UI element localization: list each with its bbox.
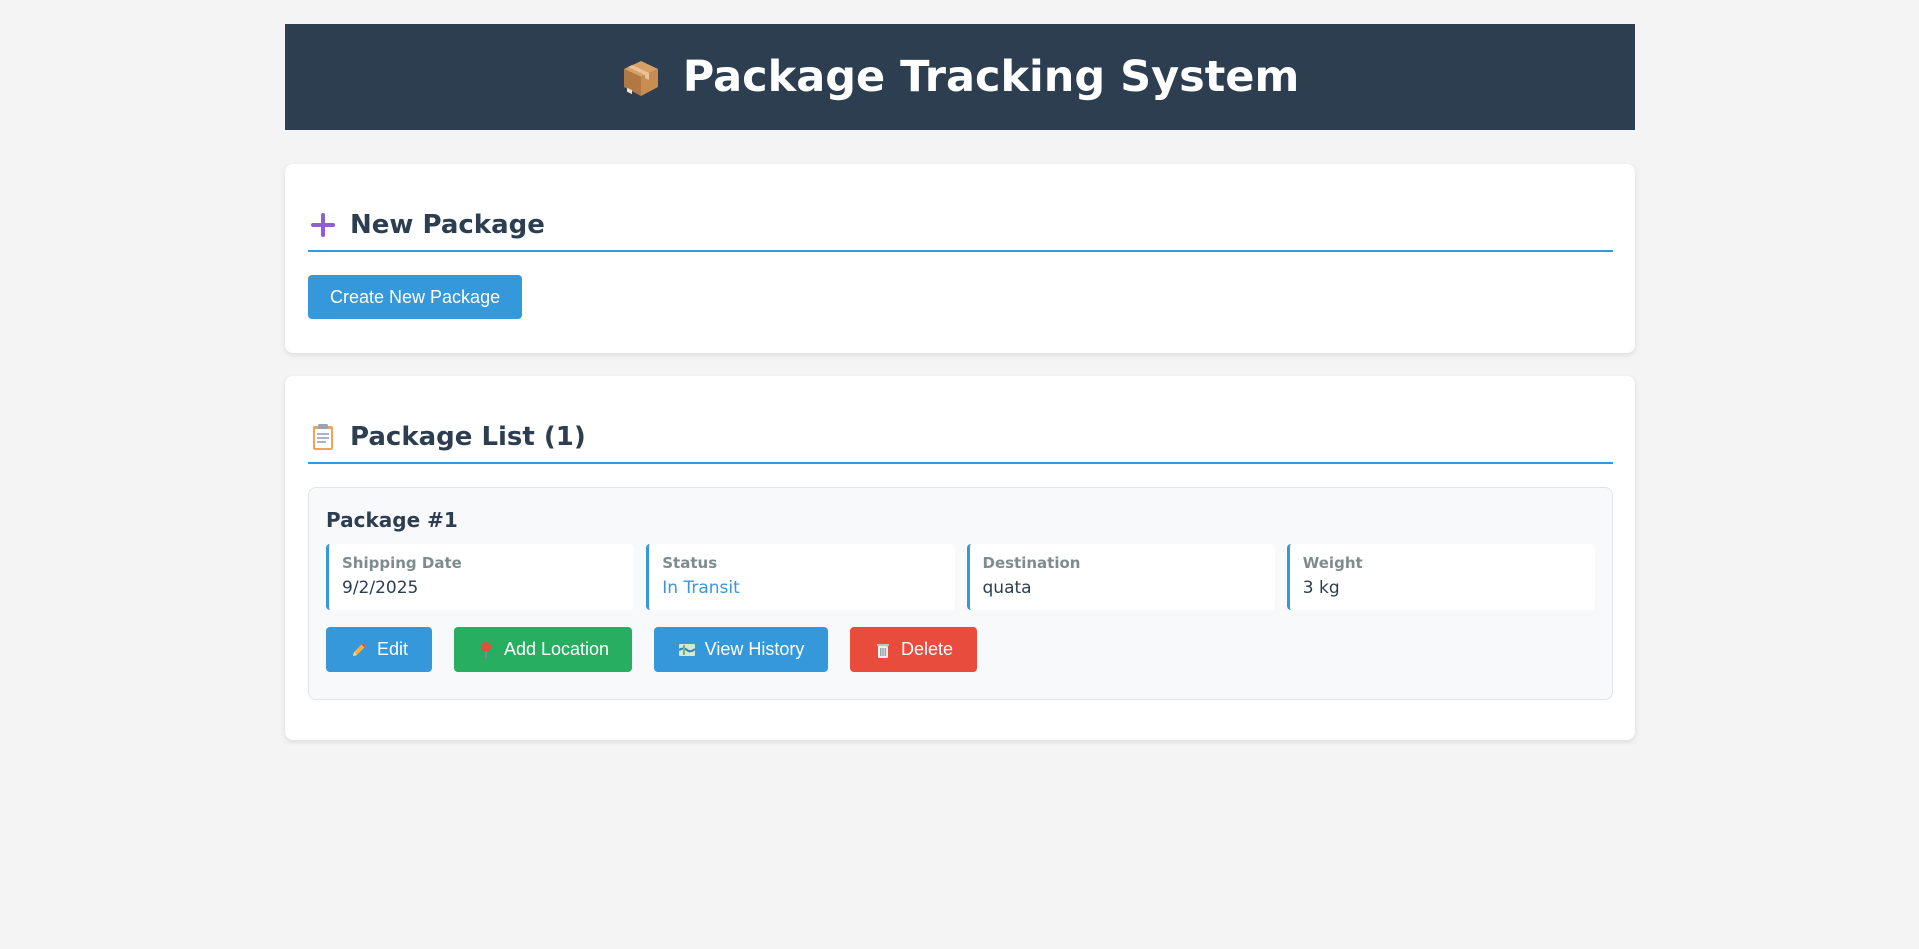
app-container: Package Tracking System New Package Crea… <box>285 24 1635 740</box>
field-value: 3 kg <box>1302 578 1340 598</box>
pin-icon <box>477 641 495 659</box>
package-list-card: Package List (1) Package #1 Shipping Dat… <box>285 376 1635 740</box>
trash-icon <box>874 641 892 659</box>
map-icon <box>678 641 696 659</box>
app-header: Package Tracking System <box>285 24 1635 130</box>
app-title: Package Tracking System <box>682 52 1300 102</box>
edit-button[interactable]: Edit <box>326 627 432 672</box>
field-label: Status <box>662 554 718 572</box>
delete-button[interactable]: Delete <box>850 627 977 672</box>
shipping-date-field: Shipping Date 9/2/2025 <box>326 544 635 610</box>
destination-field: Destination quata <box>966 544 1275 610</box>
status-value: In Transit <box>662 578 740 598</box>
delete-label: Delete <box>900 639 954 659</box>
add-location-label: Add Location <box>503 639 610 659</box>
view-history-label: View History <box>704 639 805 659</box>
weight-field: Weight 3 kg <box>1286 544 1595 610</box>
status-field: Status In Transit <box>646 544 955 610</box>
package-title: Package #1 <box>326 508 458 532</box>
package-actions: Edit Add Location View History Delete <box>326 627 1595 672</box>
pencil-icon <box>350 641 368 659</box>
field-label: Destination <box>982 554 1081 572</box>
new-package-title: New Package <box>350 210 545 240</box>
new-package-card: New Package Create New Package <box>285 164 1635 353</box>
edit-label: Edit <box>376 639 409 659</box>
package-list-heading: Package List (1) <box>308 422 1613 464</box>
field-label: Shipping Date <box>342 554 462 572</box>
field-value: 9/2/2025 <box>342 578 419 598</box>
add-location-button[interactable]: Add Location <box>454 627 632 672</box>
new-package-heading: New Package <box>308 210 1613 252</box>
package-icon <box>621 58 659 96</box>
package-list-title: Package List (1) <box>350 422 586 452</box>
clipboard-icon <box>308 422 338 452</box>
view-history-button[interactable]: View History <box>654 627 828 672</box>
field-value: quata <box>982 578 1032 598</box>
package-info-grid: Shipping Date 9/2/2025 Status In Transit… <box>326 544 1595 610</box>
package-card: Package #1 Shipping Date 9/2/2025 Status… <box>308 487 1613 700</box>
create-package-button[interactable]: Create New Package <box>308 275 523 319</box>
plus-icon <box>308 210 338 240</box>
field-label: Weight <box>1302 554 1363 572</box>
